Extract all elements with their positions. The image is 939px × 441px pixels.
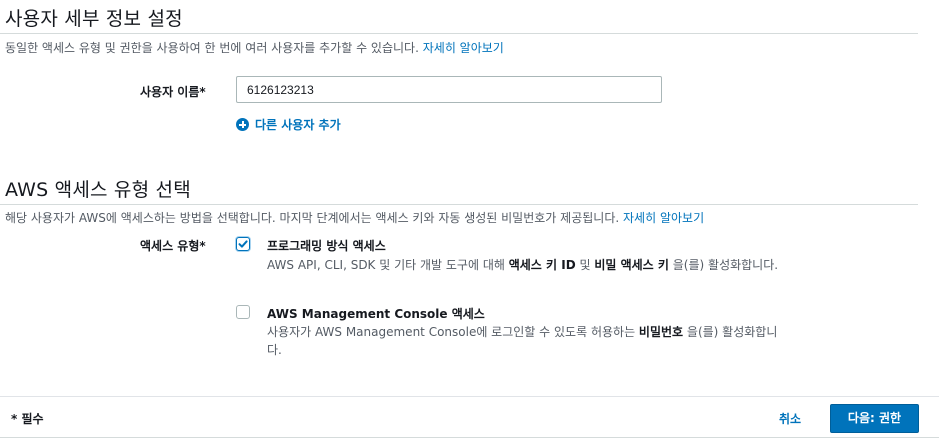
programmatic-access-checkbox[interactable] xyxy=(236,237,250,251)
access-type-description-text: 해당 사용자가 AWS에 액세스하는 방법을 선택합니다. 마지막 단계에서는 … xyxy=(5,211,620,225)
access-type-label: 액세스 유형* xyxy=(140,239,206,253)
divider xyxy=(0,204,918,205)
console-access-description: 사용자가 AWS Management Console에 로그인할 수 있도록 … xyxy=(267,323,787,359)
learn-more-link[interactable]: 자세히 알아보기 xyxy=(623,211,704,225)
user-details-description-text: 동일한 액세스 유형 및 권한을 사용하여 한 번에 여러 사용자를 추가할 수… xyxy=(5,41,419,55)
user-details-title: 사용자 세부 정보 설정 xyxy=(5,8,183,30)
add-another-user-button[interactable]: 다른 사용자 추가 xyxy=(236,116,341,133)
plus-circle-icon xyxy=(236,118,249,131)
add-another-user-label: 다른 사용자 추가 xyxy=(255,118,341,132)
desc-text: 및 xyxy=(575,258,595,272)
desc-text: 사용자가 AWS Management Console에 로그인할 수 있도록 … xyxy=(267,325,639,339)
footer-divider xyxy=(0,437,939,438)
add-user-page: 사용자 세부 정보 설정 동일한 액세스 유형 및 권한을 사용하여 한 번에 … xyxy=(0,0,939,441)
desc-text: AWS API, CLI, SDK 및 기타 개발 도구에 대해 xyxy=(267,258,509,272)
next-permissions-button[interactable]: 다음: 권한 xyxy=(830,404,919,433)
access-key-id-text: 액세스 키 ID xyxy=(508,258,576,272)
console-access-title[interactable]: AWS Management Console 액세스 xyxy=(267,305,485,322)
learn-more-link[interactable]: 자세히 알아보기 xyxy=(423,41,504,55)
checkmark-icon xyxy=(238,240,248,248)
user-details-description: 동일한 액세스 유형 및 권한을 사용하여 한 번에 여러 사용자를 추가할 수… xyxy=(5,39,504,56)
secret-access-key-text: 비밀 액세스 키 xyxy=(594,258,669,272)
required-note: * 필수 xyxy=(11,412,44,426)
programmatic-access-description: AWS API, CLI, SDK 및 기타 개발 도구에 대해 액세스 키 I… xyxy=(267,256,787,274)
username-input[interactable] xyxy=(236,76,662,103)
console-access-checkbox[interactable] xyxy=(236,305,250,319)
username-label: 사용자 이름* xyxy=(140,85,206,99)
password-text: 비밀번호 xyxy=(638,325,684,339)
desc-text: 을(를) 활성화합니다. xyxy=(668,258,779,272)
programmatic-access-title[interactable]: 프로그래밍 방식 액세스 xyxy=(267,237,386,254)
access-type-description: 해당 사용자가 AWS에 액세스하는 방법을 선택합니다. 마지막 단계에서는 … xyxy=(5,209,704,226)
divider xyxy=(0,33,918,34)
footer-divider xyxy=(0,396,939,397)
cancel-button[interactable]: 취소 xyxy=(779,410,801,427)
access-type-title: AWS 액세스 유형 선택 xyxy=(5,179,191,201)
